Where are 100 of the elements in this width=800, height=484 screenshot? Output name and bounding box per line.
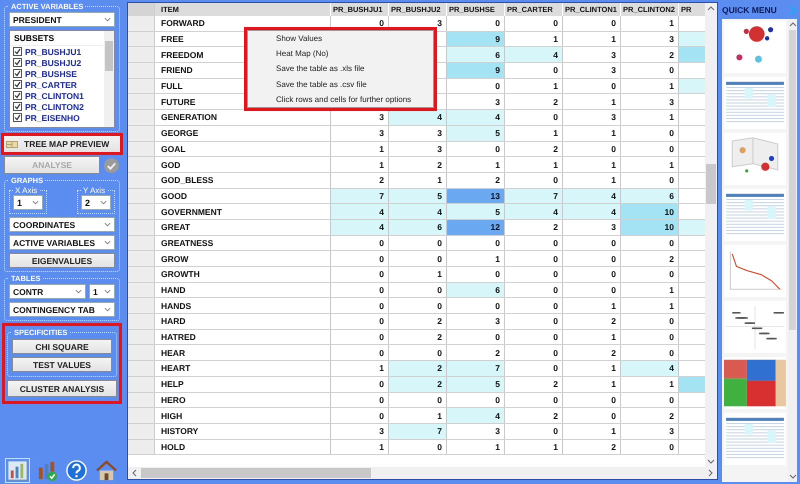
vertical-scrollbar[interactable] — [788, 19, 797, 482]
row-header[interactable] — [128, 236, 155, 250]
scroll-thumb[interactable] — [706, 164, 716, 204]
subset-label: PR_CARTER — [25, 80, 77, 90]
row-header[interactable] — [128, 392, 155, 408]
checkbox[interactable] — [13, 47, 22, 56]
axis-dropdown[interactable]: 2 — [81, 195, 111, 210]
list-scrollbar[interactable] — [104, 31, 114, 127]
help-icon[interactable] — [65, 459, 88, 482]
home-icon[interactable] — [94, 459, 118, 482]
table-cell: 4 — [331, 204, 389, 219]
row-header[interactable] — [128, 267, 155, 282]
table-cell: 5 — [389, 188, 447, 204]
thumbnail[interactable] — [724, 133, 786, 185]
list-header: SUBSETS — [10, 31, 103, 46]
row-header[interactable] — [128, 330, 155, 344]
checkbox[interactable] — [13, 102, 22, 111]
row-header[interactable] — [128, 251, 155, 266]
graph-dropdown[interactable]: COORDINATES — [9, 217, 115, 232]
table-cell: 4 — [621, 361, 679, 376]
table-cell: 6 — [447, 47, 505, 62]
graph-dropdown[interactable]: ACTIVE VARIABLES — [9, 235, 115, 250]
chevron-icon — [104, 17, 111, 22]
scroll-thumb[interactable] — [789, 30, 796, 330]
row-header[interactable] — [128, 110, 155, 125]
row-header[interactable] — [128, 63, 155, 78]
thumbnail[interactable] — [724, 413, 786, 465]
table-cell: 2 — [389, 361, 447, 376]
row-header[interactable] — [128, 142, 155, 156]
checkbox[interactable] — [13, 80, 22, 89]
row-header[interactable] — [128, 345, 155, 360]
row-header[interactable] — [128, 172, 155, 188]
chevron-right-icon[interactable] — [788, 4, 797, 16]
row-header[interactable] — [128, 94, 155, 110]
checkbox[interactable] — [13, 91, 22, 100]
subset-item[interactable]: PR_CLINTON2 — [10, 101, 103, 112]
thumbnail[interactable] — [724, 77, 786, 129]
scroll-down-icon — [788, 474, 796, 479]
thumbnail[interactable] — [724, 357, 786, 409]
scroll-up-icon — [707, 6, 715, 11]
table-cell: 13 — [447, 188, 505, 204]
row-header[interactable] — [128, 424, 155, 439]
row-header[interactable] — [128, 314, 155, 329]
checkbox[interactable] — [13, 69, 22, 78]
row-header[interactable] — [128, 47, 155, 62]
vertical-scrollbar[interactable] — [705, 3, 717, 467]
checkbox[interactable] — [13, 113, 22, 122]
subset-item[interactable]: PR_BUSHJU1 — [10, 46, 103, 57]
table-type-dropdown[interactable]: CONTINGENCY TAB — [9, 302, 115, 317]
chevron-icon — [104, 240, 111, 245]
thumbnail[interactable] — [724, 189, 786, 241]
row-header[interactable] — [128, 188, 155, 204]
row-header[interactable] — [128, 408, 155, 423]
cluster-analysis-button[interactable]: CLUSTER ANALYSIS — [7, 380, 117, 397]
table-cell: 10 — [621, 220, 679, 235]
scroll-thumb[interactable] — [141, 468, 371, 478]
variable-dropdown[interactable]: PRESIDENT — [9, 12, 115, 27]
checkbox[interactable] — [13, 58, 22, 67]
table-cell: 5 — [447, 204, 505, 219]
axis-dropdown[interactable]: 1 — [13, 195, 43, 210]
row-header[interactable] — [128, 440, 155, 454]
row-header[interactable] — [128, 361, 155, 376]
row-header[interactable] — [128, 78, 155, 94]
thumbnail[interactable] — [724, 21, 786, 73]
chevron-icon — [104, 289, 111, 294]
thumbnail[interactable] — [724, 245, 786, 297]
row-header[interactable] — [128, 204, 155, 219]
measure-dropdown[interactable]: CONTR — [9, 284, 86, 299]
table-cell: 2 — [389, 376, 447, 392]
horizontal-scrollbar[interactable] — [128, 467, 717, 479]
quick-menu-title: QUICK MENU — [722, 5, 777, 15]
eigenvalues-button[interactable]: EIGENVALUES — [9, 253, 115, 268]
subset-item[interactable]: PR_BUSHJU2 — [10, 57, 103, 68]
table-cell: 7 — [447, 361, 505, 376]
row-header[interactable] — [128, 126, 155, 140]
row-header[interactable] — [128, 376, 155, 392]
chevron-icon — [100, 200, 107, 205]
table-cell: 6 — [389, 220, 447, 235]
specificity-button[interactable]: CHI SQUARE — [12, 339, 112, 354]
subset-item[interactable]: PR_EISENHO — [10, 112, 103, 123]
scroll-up-icon — [788, 22, 796, 27]
row-header[interactable] — [128, 157, 155, 172]
specificity-button[interactable]: TEST VALUES — [12, 357, 112, 372]
row-header[interactable] — [128, 282, 155, 298]
table-cell: 9 — [447, 32, 505, 46]
check-circle-icon[interactable] — [103, 156, 120, 174]
subset-item[interactable]: PR_BUSHSE — [10, 68, 103, 79]
scroll-thumb[interactable] — [105, 41, 113, 71]
row-header[interactable] — [128, 298, 155, 314]
chevron-icon — [32, 200, 39, 205]
subset-label: PR_CLINTON1 — [25, 90, 84, 100]
treemap-drawing — [724, 357, 786, 409]
row-header[interactable] — [128, 220, 155, 235]
tree-map-preview-button[interactable]: TREE MAP PREVIEW — [2, 134, 122, 154]
row-header[interactable] — [128, 32, 155, 46]
report-chart-icon[interactable] — [6, 459, 29, 482]
subset-item[interactable]: PR_CLINTON1 — [10, 90, 103, 101]
subset-item[interactable]: PR_CARTER — [10, 79, 103, 90]
row-header[interactable] — [128, 16, 155, 31]
number-dropdown[interactable]: 1 — [89, 284, 115, 299]
